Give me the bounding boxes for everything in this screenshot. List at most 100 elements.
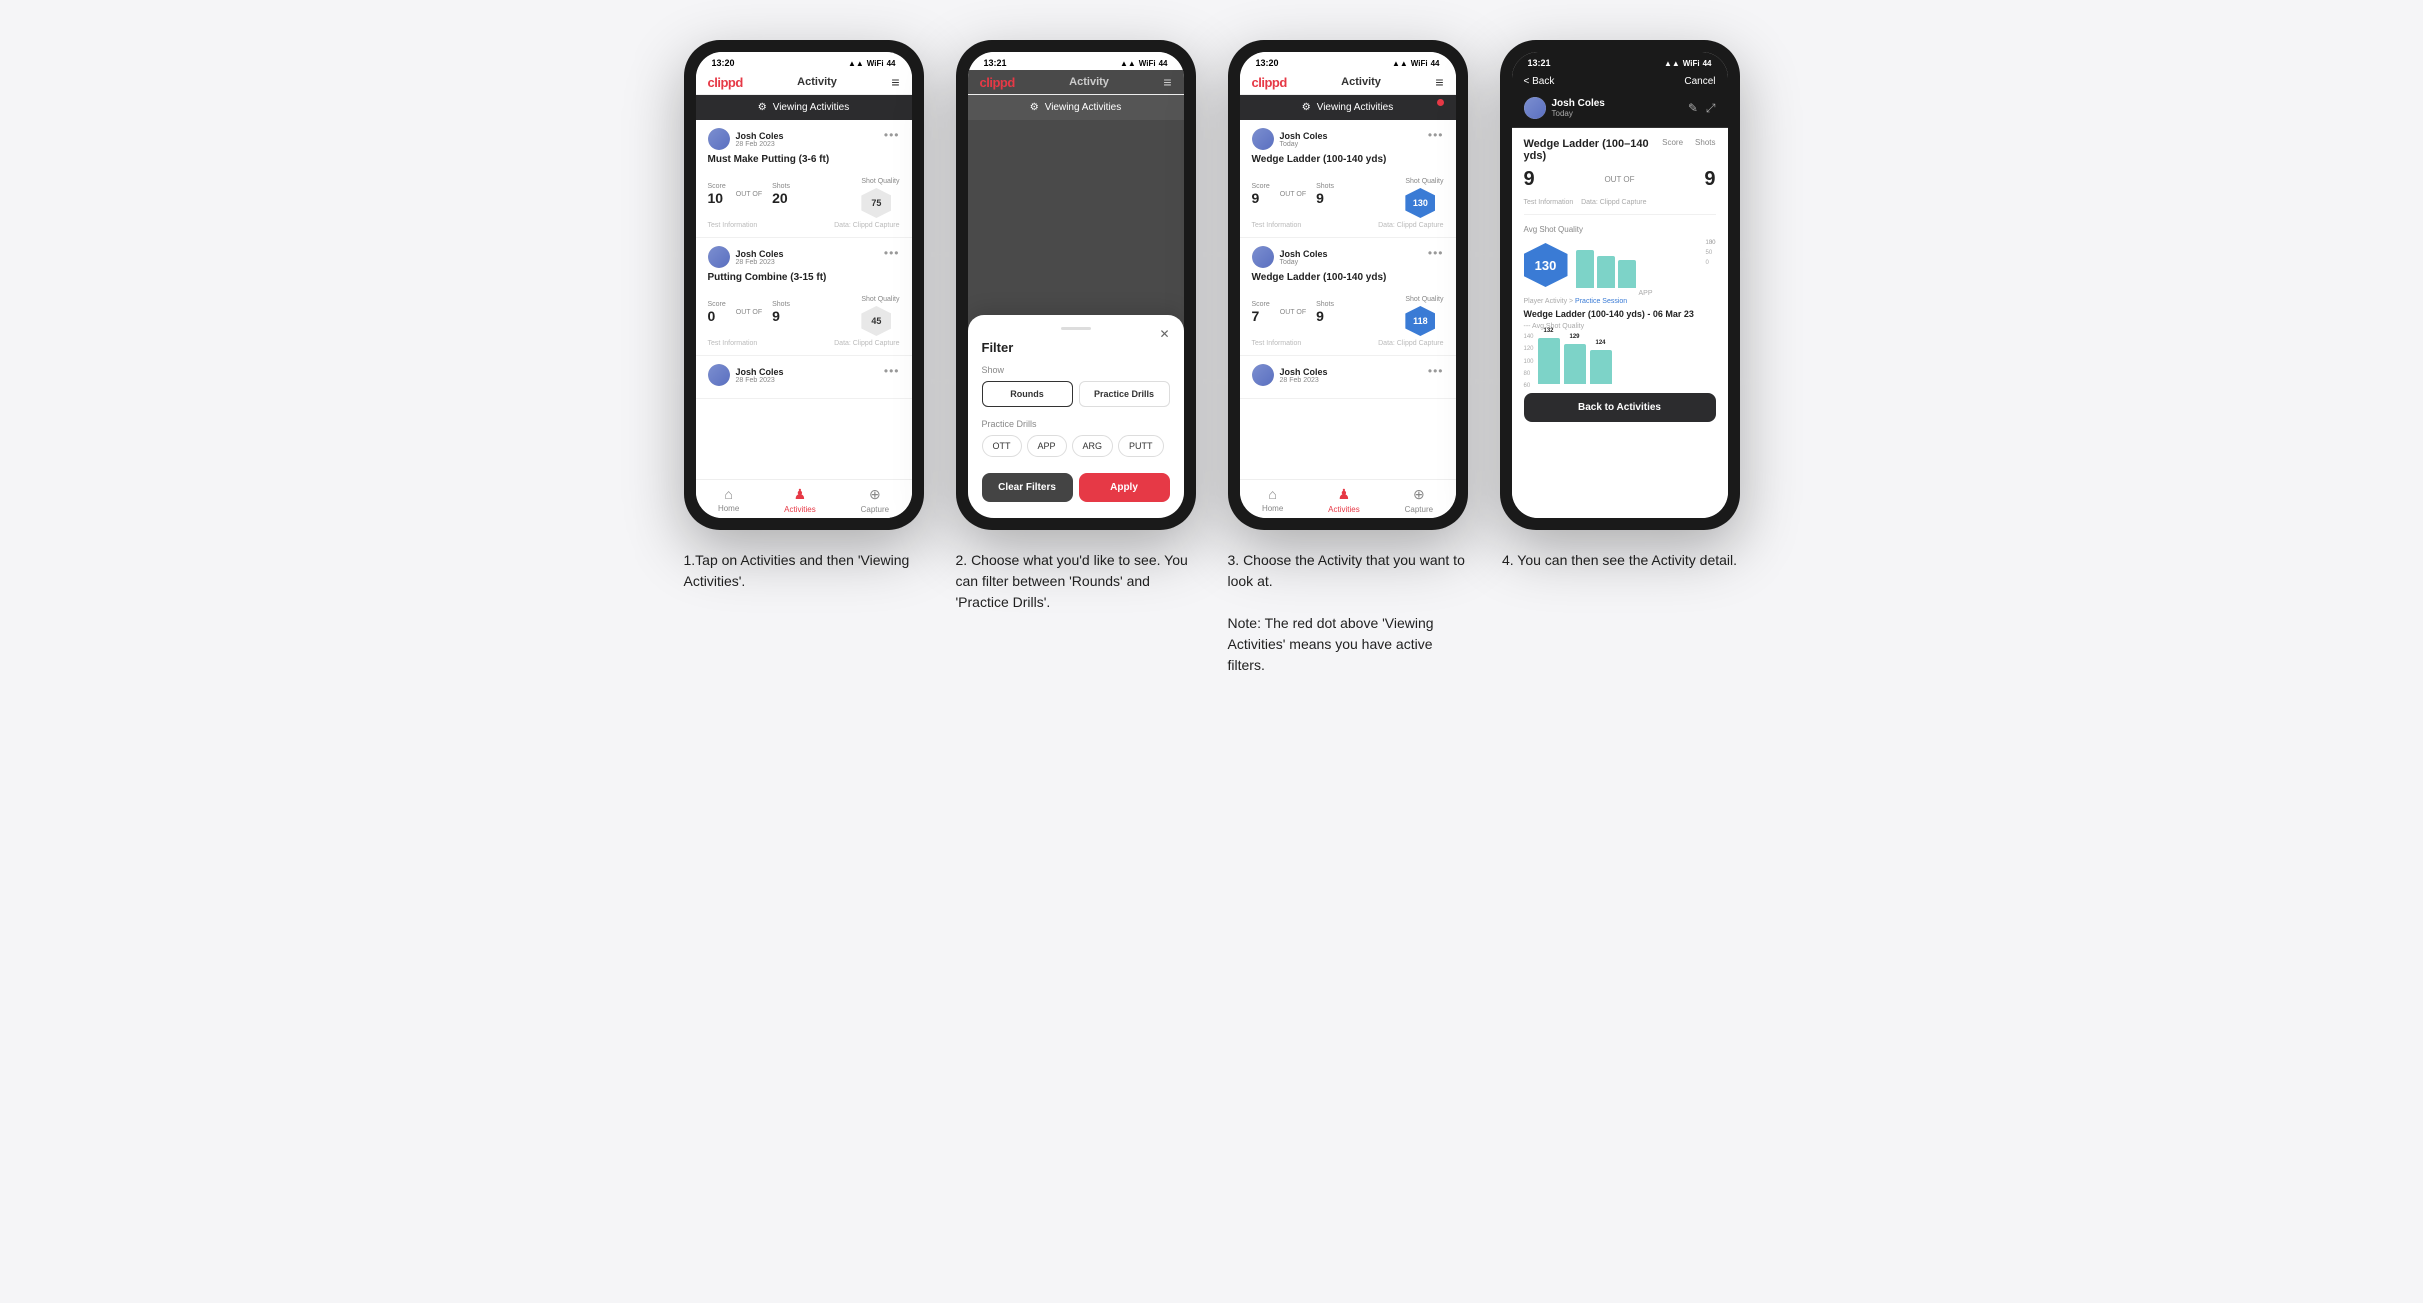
nav-bar-1: clippd Activity ≡ — [696, 70, 912, 95]
more-dots-3-2[interactable]: ••• — [1428, 246, 1444, 260]
shot-quality-group-3-1: Shot Quality 130 — [1405, 170, 1443, 218]
wifi-icon-2: WiFi — [1139, 59, 1156, 68]
stat-shots-2: Shots 9 — [772, 301, 790, 324]
logo-2: clippd — [980, 75, 1015, 90]
sq-badge-1: 75 — [861, 188, 891, 218]
practice-session-link[interactable]: Practice Session — [1575, 298, 1627, 305]
phone1-frame: 13:20 ▲▲ WiFi 44 clippd Activity ≡ ⚙ V — [684, 40, 924, 530]
chip-app[interactable]: APP — [1027, 435, 1067, 457]
tab-capture-label-1: Capture — [861, 505, 889, 514]
y-80: 80 — [1524, 371, 1534, 377]
data-source-2: Data: Clippd Capture — [834, 340, 899, 347]
status-icons-4: ▲▲ WiFi 44 — [1664, 59, 1712, 68]
activity-card-3-1[interactable]: Josh Coles Today ••• Wedge Ladder (100-1… — [1240, 120, 1456, 238]
user-text-3-2: Josh Coles Today — [1280, 249, 1328, 266]
sq-label-2: Shot Quality — [861, 296, 899, 303]
activity-card-3-2[interactable]: Josh Coles Today ••• Wedge Ladder (100-1… — [1240, 238, 1456, 356]
chip-putt[interactable]: PUTT — [1118, 435, 1164, 457]
stat-score-2: Score 0 — [708, 301, 726, 324]
card-header-3-2: Josh Coles Today ••• — [1252, 246, 1444, 268]
avatar-3 — [708, 364, 730, 386]
score-label-3-1: Score — [1252, 183, 1270, 190]
detail-action-icons: ✎ ⤢ — [1688, 101, 1716, 116]
menu-icon-1[interactable]: ≡ — [891, 74, 899, 90]
bar-chart-y-axis: 140 120 100 80 60 — [1524, 334, 1534, 389]
detail-user-name: Josh Coles — [1552, 98, 1605, 109]
menu-icon-3[interactable]: ≡ — [1435, 74, 1443, 90]
detail-user-info: Josh Coles Today — [1524, 97, 1605, 119]
filter-toggle-row: Rounds Practice Drills — [982, 381, 1170, 407]
player-activity-label: Player Activity > — [1524, 298, 1576, 305]
status-bar-4: 13:21 ▲▲ WiFi 44 — [1512, 52, 1728, 70]
more-dots-3-1[interactable]: ••• — [1428, 128, 1444, 142]
y-60: 60 — [1524, 383, 1534, 389]
viewing-banner-1[interactable]: ⚙ Viewing Activities — [696, 95, 912, 120]
detail-score-labels: Score Shots — [1662, 138, 1715, 147]
test-info-2: Test Information — [708, 340, 758, 347]
user-info-3-1: Josh Coles Today — [1252, 128, 1328, 150]
practice-drills-btn[interactable]: Practice Drills — [1079, 381, 1170, 407]
caption-4: 4. You can then see the Activity detail. — [1502, 550, 1737, 571]
test-info-3-1: Test Information — [1252, 222, 1302, 229]
expand-icon[interactable]: ⤢ — [1706, 101, 1716, 116]
detail-test-info: Test Information — [1524, 199, 1574, 206]
cancel-btn[interactable]: Cancel — [1684, 76, 1715, 87]
tab-home-3[interactable]: ⌂ Home — [1262, 486, 1283, 514]
activities-icon-3: ♟ — [1338, 486, 1351, 503]
sq-badge-2: 45 — [861, 306, 891, 336]
edit-icon[interactable]: ✎ — [1688, 101, 1698, 116]
user-info-3-2: Josh Coles Today — [1252, 246, 1328, 268]
user-info-3: Josh Coles 28 Feb 2023 — [708, 364, 784, 386]
battery-3: 44 — [1431, 59, 1440, 68]
activity-card-3[interactable]: Josh Coles 28 Feb 2023 ••• — [696, 356, 912, 399]
activity-card-3-3[interactable]: Josh Coles 28 Feb 2023 ••• — [1240, 356, 1456, 399]
tab-capture-3[interactable]: ⊕ Capture — [1405, 486, 1433, 514]
y-140: 140 — [1524, 334, 1534, 340]
detail-content: Wedge Ladder (100–140 yds) Score Shots 9… — [1512, 128, 1728, 518]
stats-row-2: Score 0 OUT OF Shots 9 Shot Quality 45 — [708, 288, 900, 336]
user-name-2: Josh Coles — [736, 249, 784, 259]
activity-card-1[interactable]: Josh Coles 28 Feb 2023 ••• Must Make Put… — [696, 120, 912, 238]
viewing-banner-2[interactable]: ⚙ Viewing Activities — [968, 95, 1184, 120]
shots-label-3-2: Shots — [1316, 301, 1334, 308]
tab-activities-1[interactable]: ♟ Activities — [784, 486, 816, 514]
score-label-2: Score — [708, 301, 726, 308]
tab-activities-3[interactable]: ♟ Activities — [1328, 486, 1360, 514]
avatar-3-1 — [1252, 128, 1274, 150]
avatar-1 — [708, 128, 730, 150]
tab-home-1[interactable]: ⌂ Home — [718, 486, 739, 514]
back-to-activities-btn[interactable]: Back to Activities — [1524, 393, 1716, 422]
chip-arg[interactable]: ARG — [1072, 435, 1114, 457]
clear-filters-btn[interactable]: Clear Filters — [982, 473, 1073, 502]
rounds-btn[interactable]: Rounds — [982, 381, 1073, 407]
bar-1: 132 — [1538, 338, 1560, 384]
more-dots-3[interactable]: ••• — [884, 364, 900, 378]
more-dots-2[interactable]: ••• — [884, 246, 900, 260]
user-name-1: Josh Coles — [736, 131, 784, 141]
shot-quality-group-3-2: Shot Quality 118 — [1405, 288, 1443, 336]
filter-actions: Clear Filters Apply — [982, 473, 1170, 502]
tab-capture-1[interactable]: ⊕ Capture — [861, 486, 889, 514]
apply-btn[interactable]: Apply — [1079, 473, 1170, 502]
time-2: 13:21 — [984, 58, 1007, 68]
chip-ott[interactable]: OTT — [982, 435, 1022, 457]
activity-card-2[interactable]: Josh Coles 28 Feb 2023 ••• Putting Combi… — [696, 238, 912, 356]
detail-user-text: Josh Coles Today — [1552, 98, 1605, 118]
viewing-banner-3[interactable]: ⚙ Viewing Activities — [1240, 95, 1456, 120]
phone2-screen: 13:21 ▲▲ WiFi 44 clippd Activity ≡ ⚙ V — [968, 52, 1184, 518]
close-icon[interactable]: ✕ — [1159, 327, 1169, 341]
stats-row-3-2: Score 7 OUT OF Shots 9 Shot Quality 118 — [1252, 288, 1444, 336]
card-header-3-3: Josh Coles 28 Feb 2023 ••• — [1252, 364, 1444, 386]
phone1-screen: 13:20 ▲▲ WiFi 44 clippd Activity ≡ ⚙ V — [696, 52, 912, 518]
phone3-frame: 13:20 ▲▲ WiFi 44 clippd Activity ≡ ⚙ V — [1228, 40, 1468, 530]
detail-info-row: Test Information Data: Clippd Capture — [1524, 199, 1716, 215]
detail-user-date: Today — [1552, 109, 1605, 118]
more-dots-3-3[interactable]: ••• — [1428, 364, 1444, 378]
back-btn[interactable]: < Back — [1524, 76, 1555, 87]
avatar-2 — [708, 246, 730, 268]
menu-icon-2[interactable]: ≡ — [1163, 74, 1171, 90]
more-dots-1[interactable]: ••• — [884, 128, 900, 142]
bar-chart-section: 140 120 100 80 60 132 — [1524, 334, 1716, 389]
user-name-3-1: Josh Coles — [1280, 131, 1328, 141]
player-activity-section: Player Activity > Practice Session — [1524, 298, 1716, 305]
